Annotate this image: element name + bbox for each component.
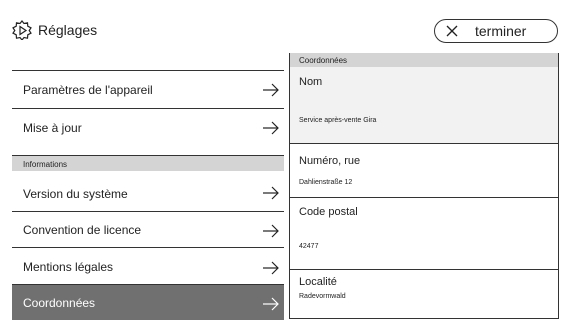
menu-item-label: Version du système	[23, 187, 128, 201]
field-city: Localité Radevormwald	[290, 269, 558, 318]
field-street: Numéro, rue Dahlienstraße 12	[290, 143, 558, 197]
done-button[interactable]: terminer	[434, 19, 558, 43]
field-label: Localité	[299, 276, 337, 288]
field-value: Radevormwald	[299, 293, 346, 300]
contact-details-panel: Coordonnées Nom Service après-vente Gira…	[289, 53, 559, 319]
menu-item-label: Coordonnées	[23, 296, 96, 310]
section-header-informations: Informations	[12, 155, 284, 171]
arrow-right-icon	[263, 186, 279, 200]
menu-item-label: Mise à jour	[23, 121, 82, 135]
arrow-right-icon	[263, 224, 279, 238]
menu-item-label: Paramètres de l'appareil	[23, 83, 153, 97]
menu-item-system-version[interactable]: Version du système	[12, 171, 284, 211]
menu-item-contact[interactable]: Coordonnées	[12, 284, 284, 320]
arrow-right-icon	[263, 121, 279, 135]
section-label: Coordonnées	[299, 56, 348, 65]
menu-item-label: Convention de licence	[23, 223, 142, 237]
field-postal-code: Code postal 42477	[290, 197, 558, 269]
field-label: Numéro, rue	[299, 155, 361, 167]
arrow-right-icon	[263, 297, 279, 311]
menu-item-license[interactable]: Convention de licence	[12, 211, 284, 247]
field-label: Code postal	[299, 206, 358, 218]
header: Réglages terminer	[0, 0, 562, 48]
field-value: 42477	[299, 243, 319, 250]
gear-play-icon	[12, 20, 32, 40]
field-name: Nom Service après-vente Gira	[290, 67, 558, 143]
page-title: Réglages	[38, 22, 98, 38]
menu-item-device-settings[interactable]: Paramètres de l'appareil	[12, 70, 284, 108]
menu-item-label: Mentions légales	[23, 260, 114, 274]
section-header-coordonnees: Coordonnées	[290, 53, 558, 67]
menu-item-legal-notices[interactable]: Mentions légales	[12, 247, 284, 284]
done-button-label: terminer	[475, 23, 527, 39]
field-value: Service après-vente Gira	[299, 117, 377, 124]
field-label: Nom	[299, 76, 323, 88]
field-value: Dahlienstraße 12	[299, 179, 353, 186]
arrow-right-icon	[263, 261, 279, 275]
section-label: Informations	[23, 160, 68, 169]
close-icon	[446, 25, 458, 37]
menu-item-update[interactable]: Mise à jour	[12, 108, 284, 146]
arrow-right-icon	[263, 83, 279, 97]
